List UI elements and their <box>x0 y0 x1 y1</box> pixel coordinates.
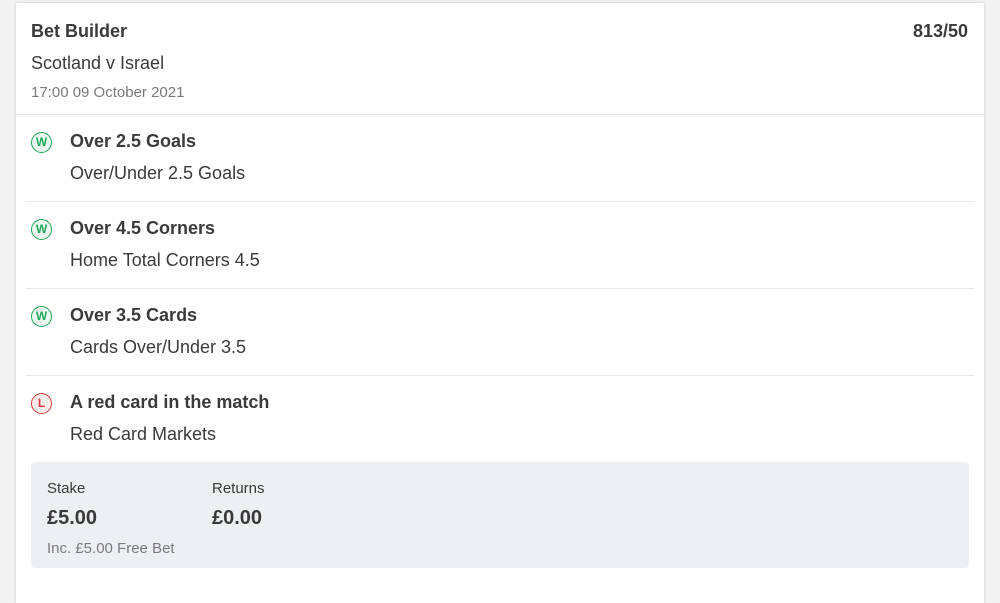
returns-label: Returns <box>212 480 265 497</box>
stake-value: £5.00 <box>47 507 98 529</box>
event-name: Scotland v Israel <box>31 53 165 73</box>
selection-market: Home Total Corners 4.5 <box>70 250 260 270</box>
selection-row: L A red card in the match Red Card Marke… <box>26 376 974 462</box>
selection-name: A red card in the match <box>70 392 270 412</box>
selection-row: W Over 2.5 Goals Over/Under 2.5 Goals <box>26 115 974 202</box>
selection-row: W Over 3.5 Cards Cards Over/Under 3.5 <box>26 289 974 376</box>
stake-returns-summary: Stake £5.00 Inc. £5.00 Free Bet Returns … <box>31 462 969 568</box>
returns-value: £0.00 <box>212 507 263 529</box>
loss-icon: L <box>31 393 52 414</box>
bet-type-title: Bet Builder <box>31 21 128 41</box>
win-icon: W <box>31 132 52 153</box>
free-bet-note: Inc. £5.00 Free Bet <box>47 540 175 557</box>
win-icon: W <box>31 219 52 240</box>
bet-header: Bet Builder 813/50 Scotland v Israel 17:… <box>16 3 984 115</box>
selection-name: Over 3.5 Cards <box>70 305 198 325</box>
selection-name: Over 4.5 Corners <box>70 218 216 238</box>
bet-card: Bet Builder 813/50 Scotland v Israel 17:… <box>16 3 984 603</box>
selection-market: Over/Under 2.5 Goals <box>70 163 246 183</box>
bet-odds: 813/50 <box>912 21 968 41</box>
selection-market: Cards Over/Under 3.5 <box>70 337 247 357</box>
win-icon: W <box>31 306 52 327</box>
event-datetime: 17:00 09 October 2021 <box>31 84 185 101</box>
selection-row: W Over 4.5 Corners Home Total Corners 4.… <box>26 202 974 289</box>
selection-name: Over 2.5 Goals <box>70 131 197 151</box>
selection-market: Red Card Markets <box>70 424 217 444</box>
stake-label: Stake <box>47 480 86 497</box>
